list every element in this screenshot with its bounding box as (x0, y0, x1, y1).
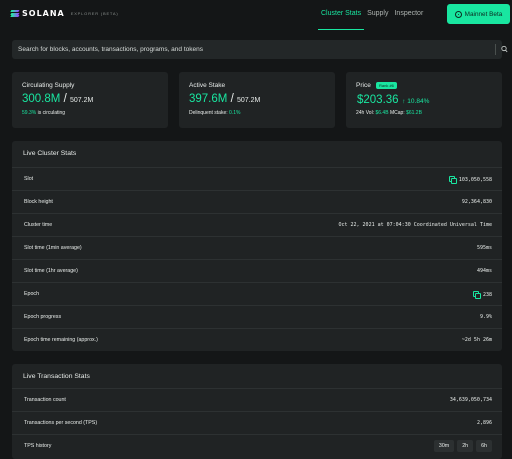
tps-range-group: 30m 2h 6h (433, 440, 492, 452)
epoch-value[interactable]: 238 (483, 292, 492, 298)
table-row: Epoch 238 (12, 282, 502, 305)
nav-inspector[interactable]: Inspector (391, 0, 426, 30)
supply-note: 59.3% is circulating (22, 110, 65, 116)
epoch-remaining-label: Epoch time remaining (approx.) (24, 337, 98, 343)
delinquent-stake-pct: 0.1% (229, 110, 241, 116)
solana-logo-icon (10, 10, 20, 17)
active-stake-card: Active Stake 397.6M / 507.2M Delinquent … (179, 72, 335, 128)
epoch-link[interactable]: 238 (472, 291, 492, 299)
supply-value-line: 300.8M / 507.2M (22, 93, 93, 105)
epoch-progress-label: Epoch progress (24, 314, 62, 320)
table-row: Transaction count 34,639,050,734 (12, 388, 502, 411)
stake-value: 397.6M (189, 93, 228, 105)
block-height-label: Block height (24, 199, 53, 205)
block-height-value: 92,364,830 (461, 199, 492, 205)
live-cluster-stats-card: Live Cluster Stats Slot 103,050,558 Bloc… (12, 141, 502, 351)
table-row: TPS history 30m 2h 6h (12, 434, 502, 459)
transaction-count-value: 34,639,050,734 (449, 397, 492, 403)
search-divider (495, 44, 496, 55)
stake-note-text: Delinquent stake: (189, 110, 228, 116)
table-row: Cluster time Oct 22, 2021 at 07:04:30 Co… (12, 213, 502, 236)
stake-note: Delinquent stake: 0.1% (189, 110, 240, 116)
mcap-value: $61.2B (406, 110, 422, 116)
price-value-line: $203.36 ↑ 10.84% (357, 94, 429, 106)
price-change: ↑ 10.84% (402, 98, 430, 105)
main-nav: Cluster Stats Supply Inspector (318, 0, 426, 30)
tps-value: 2,896 (476, 420, 492, 426)
volume-label: 24h Vol: (356, 110, 375, 116)
cluster-stats-title: Live Cluster Stats (23, 150, 77, 157)
tps-history-label: TPS history (24, 443, 52, 449)
solana-logo[interactable]: SOLANA EXPLORER (BETA) (10, 9, 119, 18)
supply-circulating-pct: 59.3% (22, 110, 37, 116)
copy-icon[interactable] (472, 291, 481, 299)
nav-cluster-stats[interactable]: Cluster Stats (318, 0, 365, 30)
stake-total: 507.2M (236, 97, 261, 104)
volume-value: $6.4B (375, 110, 389, 116)
nav-supply[interactable]: Supply (364, 0, 391, 30)
supply-note-text: is circulating (37, 110, 66, 116)
search-icon[interactable] (501, 45, 508, 54)
gear-icon (454, 10, 462, 18)
transaction-stats-title: Live Transaction Stats (23, 373, 90, 380)
transaction-count-label: Transaction count (24, 397, 66, 403)
logo-text: SOLANA (22, 9, 65, 18)
price-value: $203.36 (357, 94, 399, 106)
table-row: Slot time (1min average) 595ms (12, 236, 502, 259)
copy-icon[interactable] (448, 176, 457, 184)
live-transaction-stats-card: Live Transaction Stats Transaction count… (12, 364, 502, 459)
stake-value-line: 397.6M / 507.2M (189, 93, 260, 105)
price-volume-line: 24h Vol: $6.4B MCap: $61.2B (356, 110, 422, 116)
slot-link[interactable]: 103,050,558 (448, 176, 492, 184)
tps-range-2h-button[interactable]: 2h (457, 440, 474, 452)
slot-time-1hr-value: 494ms (476, 268, 492, 274)
tps-label: Transactions per second (TPS) (24, 420, 98, 426)
search-bar (12, 40, 508, 59)
top-header: SOLANA EXPLORER (BETA) Cluster Stats Sup… (0, 0, 512, 30)
cluster-time-label: Cluster time (24, 222, 53, 228)
slot-value[interactable]: 103,050,558 (459, 177, 492, 183)
search-input[interactable] (18, 40, 478, 59)
slot-time-1min-label: Slot time (1min average) (24, 245, 82, 251)
slot-time-1min-value: 595ms (476, 245, 492, 251)
table-row: Slot time (1hr average) 494ms (12, 259, 502, 282)
slot-label: Slot (24, 176, 34, 182)
table-row: Transactions per second (TPS) 2,896 (12, 411, 502, 434)
tps-range-30m-button[interactable]: 30m (433, 440, 455, 452)
circulating-supply-card: Circulating Supply 300.8M / 507.2M 59.3%… (12, 72, 168, 128)
price-label: Price (356, 82, 371, 89)
cluster-select-button[interactable]: Mainnet Beta (447, 4, 510, 24)
supply-total: 507.2M (69, 97, 94, 104)
cluster-time-value: Oct 22, 2021 at 07:04:30 Coordinated Uni… (338, 222, 492, 228)
rank-badge: Rank #6 (376, 82, 397, 89)
epoch-remaining-value: ~2d 5h 26m (461, 337, 492, 343)
table-row: Block height 92,364,830 (12, 190, 502, 213)
supply-label: Circulating Supply (22, 82, 75, 89)
stake-label: Active Stake (189, 82, 226, 89)
supply-separator: / (63, 93, 67, 105)
tps-range-6h-button[interactable]: 6h (476, 440, 492, 452)
table-row: Epoch time remaining (approx.) ~2d 5h 26… (12, 328, 502, 351)
epoch-progress-value: 9.9% (479, 314, 492, 320)
logo-subtitle: EXPLORER (BETA) (70, 11, 119, 16)
slot-time-1hr-label: Slot time (1hr average) (24, 268, 78, 274)
epoch-label: Epoch (24, 291, 40, 297)
cluster-button-label: Mainnet Beta (464, 10, 503, 18)
stake-separator: / (230, 93, 234, 105)
supply-value: 300.8M (22, 93, 61, 105)
mcap-label: MCap: (389, 110, 405, 116)
table-row: Slot 103,050,558 (12, 167, 502, 190)
table-row: Epoch progress 9.9% (12, 305, 502, 328)
